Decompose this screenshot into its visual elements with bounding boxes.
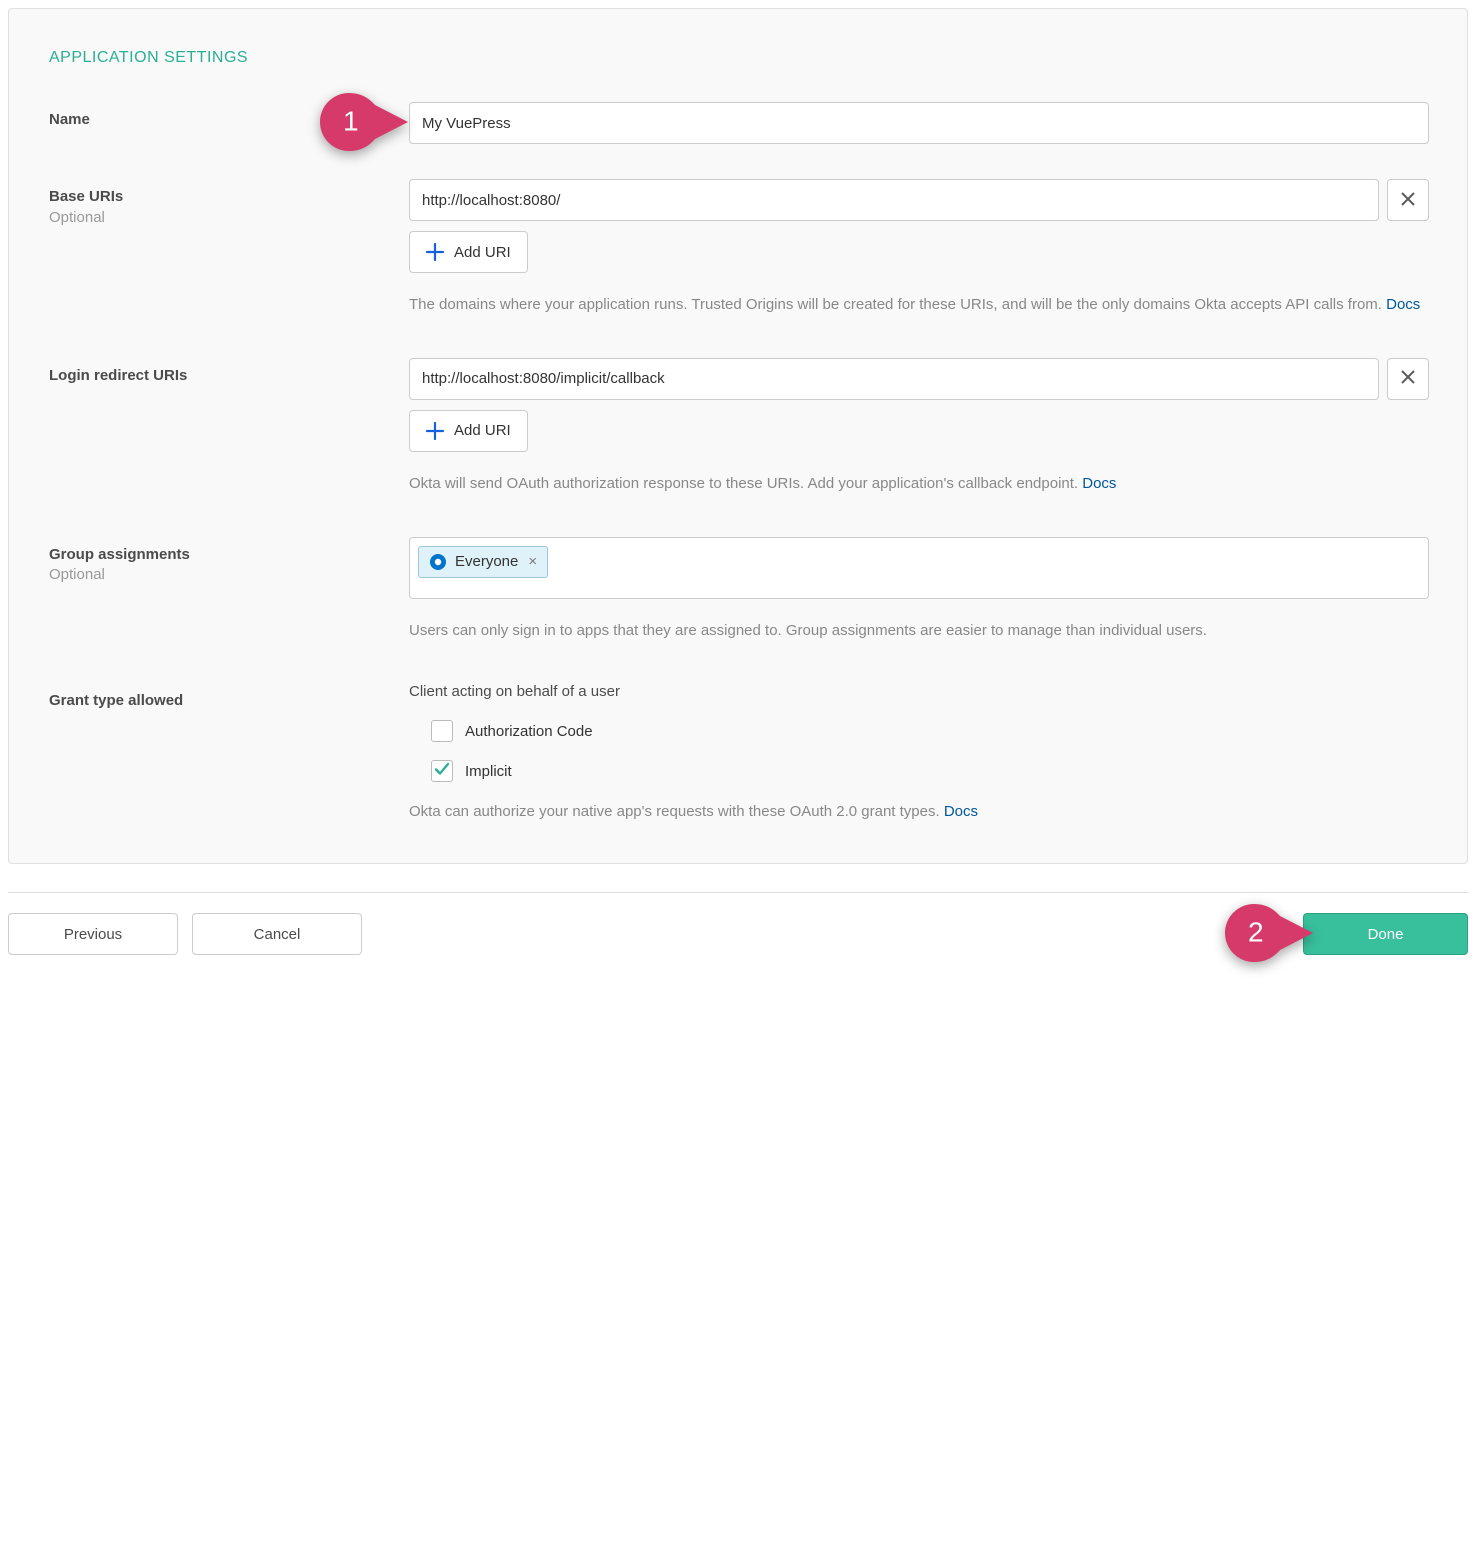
add-base-uri-label: Add URI xyxy=(454,244,511,261)
checkbox-auth-code-label: Authorization Code xyxy=(465,723,593,740)
group-tag-everyone: Everyone × xyxy=(418,546,548,578)
row-login-uris: Login redirect URIs Add URI Okta will se… xyxy=(49,358,1429,497)
row-base-uris: Base URIs Optional Add URI The domains w… xyxy=(49,179,1429,318)
callout-2-number: 2 xyxy=(1248,916,1264,948)
base-uris-optional: Optional xyxy=(49,209,409,226)
checkbox-auth-code[interactable] xyxy=(431,720,453,742)
add-login-uri-label: Add URI xyxy=(454,422,511,439)
add-login-uri-button[interactable]: Add URI xyxy=(409,410,528,452)
callout-1-number: 1 xyxy=(343,105,359,137)
group-assignments-label: Group assignments xyxy=(49,545,409,565)
grant-type-help: Okta can authorize your native app's req… xyxy=(409,800,1429,825)
group-assignments-help: Users can only sign in to apps that they… xyxy=(409,619,1429,644)
remove-login-uri-button[interactable] xyxy=(1387,358,1429,400)
base-uris-docs-link[interactable]: Docs xyxy=(1386,296,1420,313)
group-tag-label: Everyone xyxy=(455,553,518,570)
grant-type-heading: Client acting on behalf of a user xyxy=(409,683,1429,700)
base-uris-label: Base URIs xyxy=(49,187,409,207)
grant-type-label: Grant type allowed xyxy=(49,691,409,711)
callout-1: 1 xyxy=(320,93,408,151)
footer-divider xyxy=(8,892,1468,893)
login-uri-input[interactable] xyxy=(409,358,1379,400)
login-uris-docs-link[interactable]: Docs xyxy=(1082,475,1116,492)
previous-button[interactable]: Previous xyxy=(8,913,178,955)
close-icon xyxy=(1400,369,1416,388)
group-assignments-optional: Optional xyxy=(49,566,409,583)
group-assignments-input[interactable]: Everyone × xyxy=(409,537,1429,599)
row-group-assignments: Group assignments Optional Everyone × Us… xyxy=(49,537,1429,644)
name-input[interactable] xyxy=(409,102,1429,144)
row-name: Name 1 xyxy=(49,102,1429,144)
base-uri-input[interactable] xyxy=(409,179,1379,221)
callout-2: 2 xyxy=(1225,904,1313,962)
grant-type-docs-link[interactable]: Docs xyxy=(944,803,978,820)
remove-base-uri-button[interactable] xyxy=(1387,179,1429,221)
section-title: APPLICATION SETTINGS xyxy=(49,49,1429,67)
footer: Previous Cancel 2 Done xyxy=(8,913,1468,955)
settings-panel: APPLICATION SETTINGS Name 1 Base URIs Op… xyxy=(8,8,1468,864)
login-uris-help: Okta will send OAuth authorization respo… xyxy=(409,472,1429,497)
close-icon xyxy=(1400,191,1416,210)
plus-icon xyxy=(426,243,444,261)
login-uris-label: Login redirect URIs xyxy=(49,366,409,386)
cancel-button[interactable]: Cancel xyxy=(192,913,362,955)
done-button[interactable]: Done xyxy=(1303,913,1468,955)
remove-group-tag[interactable]: × xyxy=(526,553,537,570)
checkbox-implicit-label: Implicit xyxy=(465,763,512,780)
check-icon xyxy=(434,761,450,782)
checkbox-implicit[interactable] xyxy=(431,760,453,782)
row-grant-type: Grant type allowed Client acting on beha… xyxy=(49,683,1429,825)
plus-icon xyxy=(426,422,444,440)
group-icon xyxy=(429,553,447,571)
add-base-uri-button[interactable]: Add URI xyxy=(409,231,528,273)
base-uris-help: The domains where your application runs.… xyxy=(409,293,1429,318)
